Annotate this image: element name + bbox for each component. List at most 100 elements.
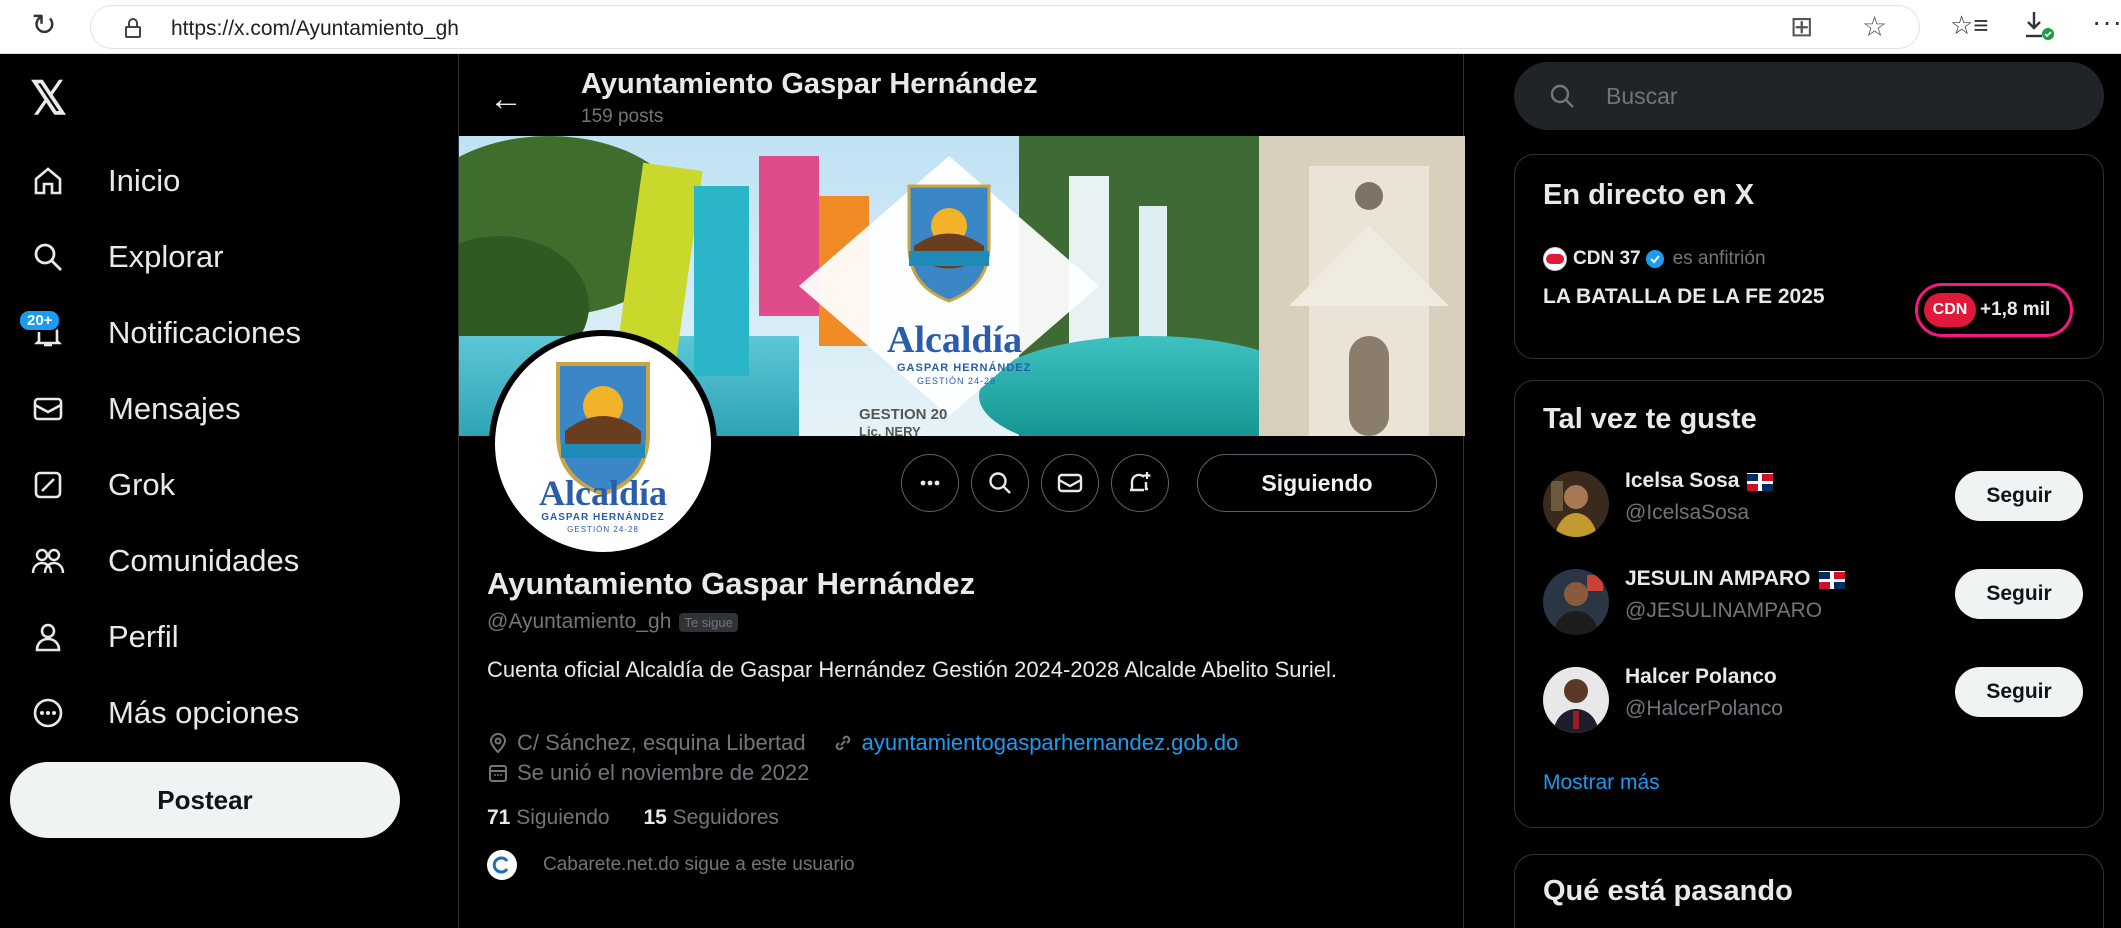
live-card: En directo en X CDN 37 es anfitrión LA B… — [1514, 154, 2104, 359]
follow-button[interactable]: Seguir — [1955, 569, 2083, 619]
nav-label: Explorar — [108, 239, 224, 274]
suggestion-name-row: Halcer Polanco — [1625, 665, 1777, 689]
banner-logo-text: Alcaldía — [887, 319, 1023, 361]
live-card-title: En directo en X — [1543, 179, 1755, 211]
search-input[interactable]: Buscar — [1514, 62, 2104, 130]
address-bar[interactable]: https://x.com/Ayuntamiento_gh — [90, 5, 1920, 49]
favorites-icon[interactable]: ☆≡ — [1950, 10, 1988, 41]
cabarete-logo-icon — [492, 856, 509, 874]
notify-button[interactable] — [1111, 454, 1169, 512]
nav-label: Más opciones — [108, 695, 300, 730]
suggestion-name-row: JESULIN AMPARO — [1625, 567, 1845, 591]
followers-link[interactable]: 15 Seguidores — [643, 806, 778, 829]
location-icon — [489, 733, 507, 754]
follow-button[interactable]: Seguir — [1955, 667, 2083, 717]
nav-label: Grok — [108, 467, 176, 502]
nav-label: Inicio — [108, 163, 181, 198]
live-event-title[interactable]: LA BATALLA DE LA FE 2025 — [1543, 285, 1825, 309]
profile-avatar[interactable]: Alcaldía GASPAR HERNÁNDEZ GESTIÓN 24-28 — [489, 330, 717, 558]
nav-label: Comunidades — [108, 543, 300, 578]
suggestion-name: Icelsa Sosa — [1625, 469, 1740, 492]
banner-sign-text: GESTION 20 — [859, 406, 948, 423]
suggestion-item[interactable]: JESULIN AMPARO @JESULINAMPARO Seguir — [1543, 563, 2083, 635]
follow-button[interactable]: Seguir — [1955, 471, 2083, 521]
x-logo-icon[interactable]: 𝕏 — [30, 75, 74, 121]
bookmark-star-icon[interactable]: ☆ — [1862, 10, 1887, 43]
profile-name: Ayuntamiento Gaspar Hernández — [487, 566, 976, 601]
dominican-flag-icon — [1818, 570, 1845, 589]
calendar-icon — [489, 765, 507, 782]
bell-icon: 20+ — [18, 309, 66, 351]
nav-grok[interactable]: Grok — [30, 460, 175, 510]
suggestion-item[interactable]: Halcer Polanco @HalcerPolanco Seguir — [1543, 661, 2083, 733]
live-host-row[interactable]: CDN 37 es anfitrión — [1543, 247, 1766, 271]
browser-menu-icon[interactable]: ··· — [2092, 6, 2121, 38]
trends-title: Qué está pasando — [1543, 875, 1793, 907]
communities-icon — [30, 543, 66, 579]
banner-sign-text-2: Lic. NERY — [859, 424, 921, 436]
avatar-logo-text: Alcaldía — [538, 473, 667, 513]
search-icon — [1550, 84, 1574, 108]
suggestion-name-row: Icelsa Sosa — [1625, 469, 1774, 493]
notification-badge: 20+ — [18, 309, 62, 332]
avatar-logo-subtitle: GASPAR HERNÁNDEZ — [541, 512, 665, 523]
profile-handle-row: @Ayuntamiento_gh Te sigue — [487, 610, 738, 634]
browser-toolbar: ↻ https://x.com/Ayuntamiento_gh ⊞ ☆ ☆≡ ·… — [0, 0, 2121, 54]
message-button[interactable] — [1041, 454, 1099, 512]
profile-handle: @Ayuntamiento_gh — [487, 610, 672, 633]
banner-logo-subtitle-2: GESTIÓN 24-28 — [917, 376, 997, 386]
grok-icon — [30, 467, 66, 503]
nav-label: Perfil — [108, 619, 179, 654]
followed-by-row[interactable]: Cabarete.net.do sigue a este usuario — [487, 850, 855, 880]
following-link[interactable]: 71 Siguiendo — [487, 806, 610, 829]
profile-meta-row: C/ Sánchez, esquina Libertad ayuntamient… — [487, 730, 1238, 756]
envelope-icon — [30, 391, 66, 427]
reload-icon[interactable]: ↻ — [26, 8, 62, 44]
header-title: Ayuntamiento Gaspar Hernández — [581, 68, 1038, 100]
nav-profile[interactable]: Perfil — [30, 612, 179, 662]
post-count: 159 posts — [581, 106, 664, 127]
following-count: 71 — [487, 806, 511, 829]
search-placeholder: Buscar — [1606, 82, 1678, 109]
nav-communities[interactable]: Comunidades — [30, 536, 299, 586]
split-screen-icon[interactable]: ⊞ — [1790, 10, 1813, 43]
more-circle-icon — [30, 695, 66, 731]
post-button[interactable]: Postear — [10, 762, 400, 838]
live-host-name: CDN 37 — [1573, 248, 1641, 269]
live-host-suffix: es anfitrión — [1672, 248, 1766, 269]
nav-home[interactable]: Inicio — [30, 156, 180, 206]
downloads-icon[interactable] — [2022, 8, 2056, 42]
lock-icon[interactable] — [121, 16, 145, 40]
url-text[interactable]: https://x.com/Ayuntamiento_gh — [171, 17, 459, 41]
back-arrow-icon[interactable]: ← — [489, 80, 523, 119]
nav-label: Mensajes — [108, 391, 241, 426]
search-icon — [989, 472, 1011, 494]
nav-label: Notificaciones — [108, 315, 301, 350]
person-icon — [30, 619, 66, 655]
nav-more-options[interactable]: Más opciones — [30, 688, 299, 738]
search-profile-button[interactable] — [971, 454, 1029, 512]
ellipsis-icon — [920, 480, 940, 486]
following-button[interactable]: Siguiendo — [1197, 454, 1437, 512]
live-listener-count: +1,8 mil — [1980, 299, 2051, 320]
follow-counts: 71 Siguiendo 15 Seguidores — [487, 806, 779, 830]
suggestion-handle: @JESULINAMPARO — [1625, 599, 1823, 622]
nav-notifications[interactable]: 20+ Notificaciones — [18, 308, 301, 358]
live-listeners-pill[interactable]: CDN +1,8 mil — [1915, 283, 2073, 337]
who-to-follow-card: Tal vez te guste Icelsa Sosa @IcelsaSosa… — [1514, 380, 2104, 828]
follower-avatar — [487, 850, 517, 880]
suggestion-item[interactable]: Icelsa Sosa @IcelsaSosa Seguir — [1543, 465, 2083, 537]
nav-messages[interactable]: Mensajes — [30, 384, 241, 434]
suggestion-handle: @IcelsaSosa — [1625, 501, 1750, 524]
profile-bio: Cuenta oficial Alcaldía de Gaspar Hernán… — [487, 657, 1337, 682]
suggestion-name: JESULIN AMPARO — [1625, 567, 1811, 590]
suggestion-name: Halcer Polanco — [1625, 665, 1777, 688]
nav-explore[interactable]: Explorar — [30, 232, 223, 282]
bell-plus-icon — [1130, 472, 1151, 492]
cdn-logo-icon — [1543, 247, 1567, 271]
show-more-link[interactable]: Mostrar más — [1543, 771, 1660, 795]
more-actions-button[interactable] — [901, 454, 959, 512]
profile-website-link[interactable]: ayuntamientogasparhernandez.gob.do — [862, 730, 1239, 756]
followers-label: Seguidores — [672, 806, 779, 829]
followers-count: 15 — [643, 806, 667, 829]
